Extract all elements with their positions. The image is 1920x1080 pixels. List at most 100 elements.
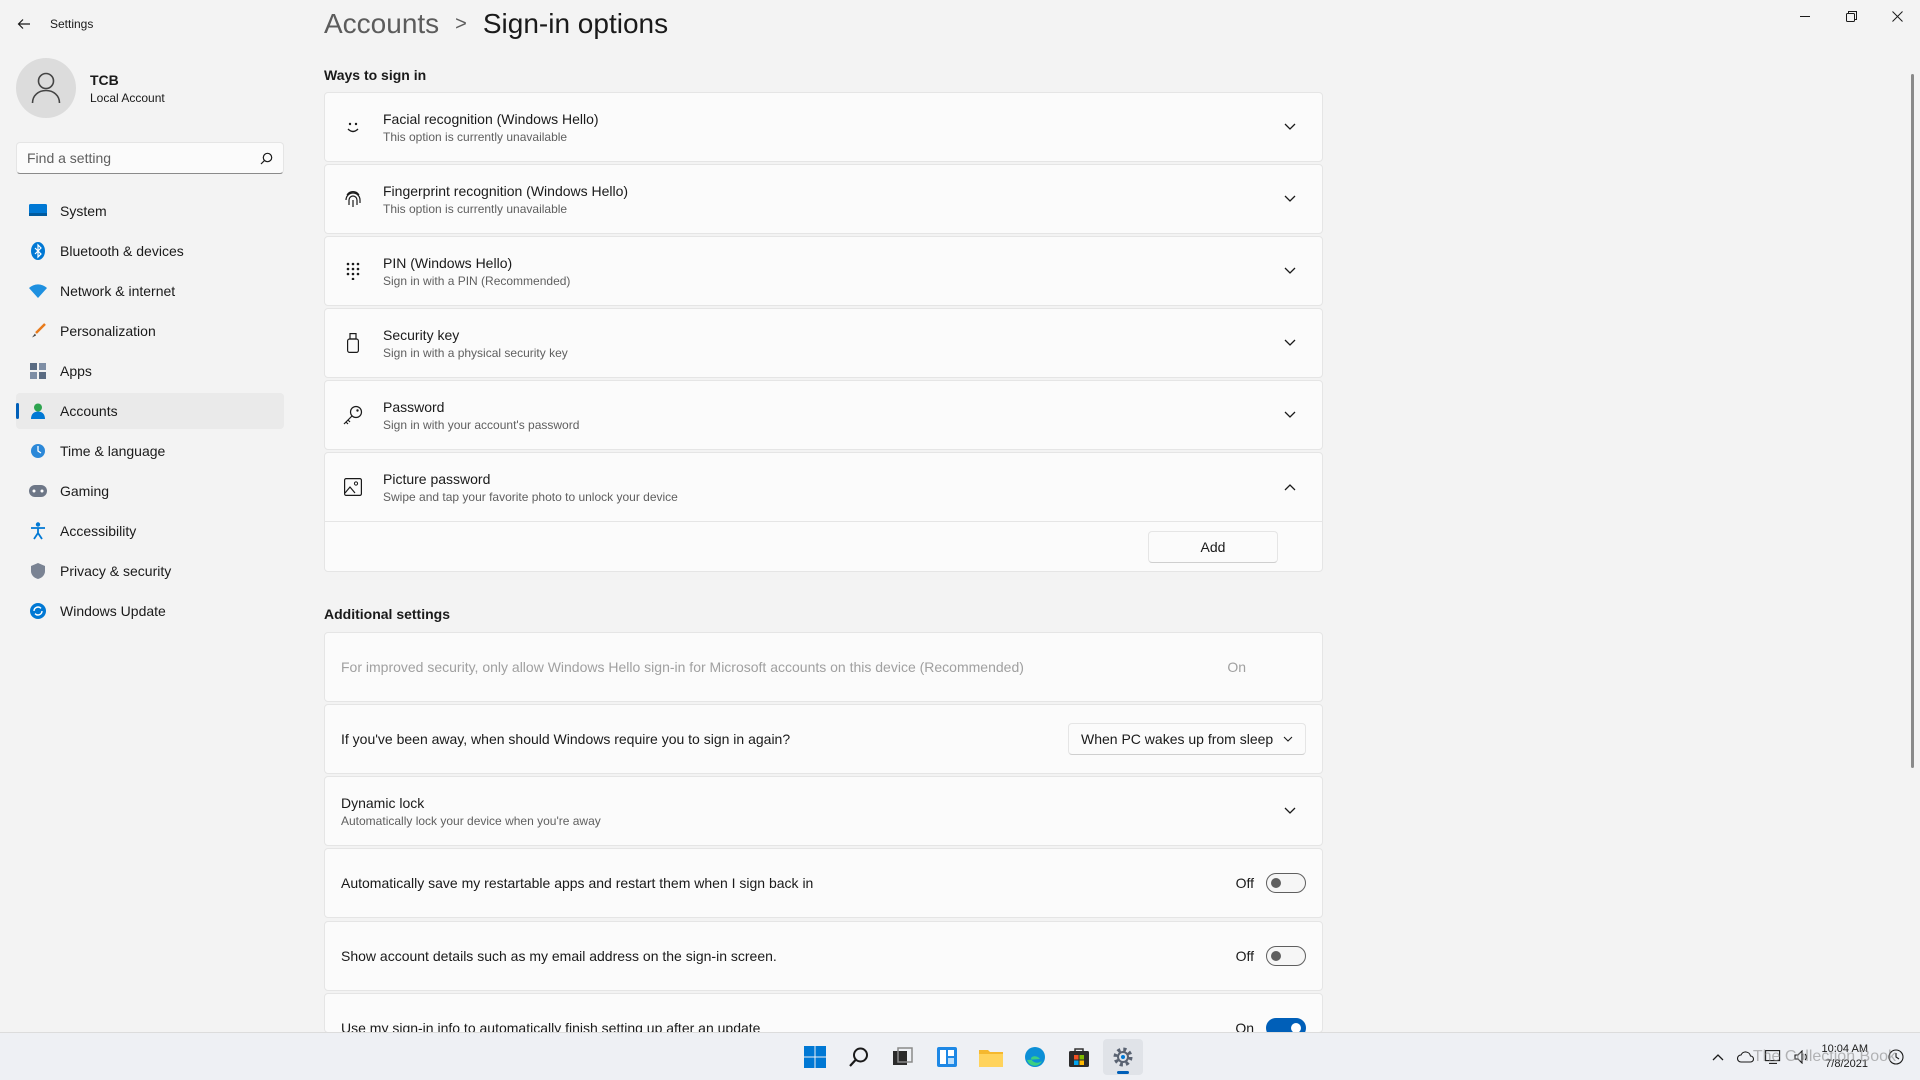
signin-option-pin[interactable]: PIN (Windows Hello) Sign in with a PIN (… (324, 236, 1323, 306)
option-title: Dynamic lock (341, 794, 425, 811)
sidebar-item-label: Network & internet (60, 283, 176, 299)
brush-icon (28, 321, 48, 341)
dropdown-value: When PC wakes up from sleep (1081, 731, 1274, 747)
minimize-button[interactable] (1782, 0, 1828, 32)
gamepad-icon (28, 481, 48, 501)
close-button[interactable] (1874, 0, 1920, 32)
setting-require-signin: If you've been away, when should Windows… (324, 704, 1323, 774)
use-signin-info-toggle[interactable] (1266, 1018, 1306, 1032)
settings-icon[interactable] (1103, 1039, 1143, 1075)
sidebar-item-bluetooth[interactable]: Bluetooth & devices (16, 233, 284, 269)
require-signin-dropdown[interactable]: When PC wakes up from sleep (1068, 723, 1306, 755)
bluetooth-icon (28, 241, 48, 261)
chevron-down-icon[interactable] (1274, 183, 1306, 215)
profile-text: TCB Local Account (90, 72, 165, 105)
option-subtitle: This option is currently unavailable (383, 129, 568, 144)
task-view-icon[interactable] (883, 1039, 923, 1075)
signin-option-security-key[interactable]: Security key Sign in with a physical sec… (324, 308, 1323, 378)
picture-password-body: Add (325, 521, 1322, 571)
sidebar-item-windows-update[interactable]: Windows Update (16, 593, 284, 629)
sidebar-nav: System Bluetooth & devices Network & int… (16, 193, 284, 633)
sidebar-item-privacy-security[interactable]: Privacy & security (16, 553, 284, 589)
title-bar: Settings (0, 0, 1920, 48)
chevron-down-icon (1283, 736, 1293, 742)
chevron-down-icon[interactable] (1274, 255, 1306, 287)
sidebar-item-label: Privacy & security (60, 563, 172, 579)
signin-option-password[interactable]: Password Sign in with your account's pas… (324, 380, 1323, 450)
picture-icon (341, 475, 365, 499)
chevron-down-icon[interactable] (1274, 399, 1306, 431)
sidebar-item-accessibility[interactable]: Accessibility (16, 513, 284, 549)
sidebar-item-label: Time & language (60, 443, 166, 459)
setting-hello-only: For improved security, only allow Window… (324, 632, 1323, 702)
usb-key-icon (341, 331, 365, 355)
face-icon (341, 115, 365, 139)
sidebar-item-apps[interactable]: Apps (16, 353, 284, 389)
restore-icon (1845, 10, 1857, 22)
option-subtitle: Swipe and tap your favorite photo to unl… (383, 489, 678, 504)
window-controls (1782, 0, 1920, 32)
close-icon (1891, 10, 1903, 22)
chevron-down-icon[interactable] (1274, 111, 1306, 143)
sidebar-item-time-language[interactable]: Time & language (16, 433, 284, 469)
minimize-icon (1800, 16, 1810, 17)
store-icon[interactable] (1059, 1039, 1099, 1075)
add-picture-password-button[interactable]: Add (1148, 530, 1278, 563)
option-subtitle: This option is currently unavailable (383, 201, 568, 216)
setting-text: Automatically save my restartable apps a… (341, 875, 814, 891)
option-title: Password (383, 398, 445, 415)
section-title-ways-to-sign-in: Ways to sign in (324, 67, 427, 83)
restore-button[interactable] (1828, 0, 1874, 32)
system-icon (28, 201, 48, 221)
sidebar-item-system[interactable]: System (16, 193, 284, 229)
widgets-icon[interactable] (927, 1039, 967, 1075)
chevron-down-icon[interactable] (1274, 795, 1306, 827)
picture-password-header[interactable]: Picture password Swipe and tap your favo… (325, 453, 1322, 521)
option-title: Facial recognition (Windows Hello) (383, 110, 599, 127)
edge-icon[interactable] (1015, 1039, 1055, 1075)
sidebar-item-network[interactable]: Network & internet (16, 273, 284, 309)
sidebar-item-label: Accounts (60, 403, 118, 419)
option-title: Picture password (383, 470, 491, 487)
signin-option-fingerprint[interactable]: Fingerprint recognition (Windows Hello) … (324, 164, 1323, 234)
windows-start-icon[interactable] (795, 1039, 835, 1075)
file-explorer-icon[interactable] (971, 1039, 1011, 1075)
sidebar-item-label: Accessibility (60, 523, 137, 539)
option-subtitle: Automatically lock your device when you'… (341, 813, 601, 828)
sidebar-item-accounts[interactable]: Accounts (16, 393, 284, 429)
search-box[interactable] (16, 142, 284, 174)
sidebar-item-label: Windows Update (60, 603, 166, 619)
fingerprint-icon (341, 187, 365, 211)
breadcrumb-parent-link[interactable]: Accounts (324, 8, 439, 40)
breadcrumb: Accounts > Sign-in options (324, 8, 668, 40)
option-title: PIN (Windows Hello) (383, 254, 513, 271)
chevron-up-icon[interactable] (1274, 471, 1306, 503)
sidebar-item-label: System (60, 203, 107, 219)
user-profile[interactable]: TCB Local Account (16, 58, 165, 118)
app-title: Settings (50, 17, 94, 31)
setting-text: Show account details such as my email ad… (341, 948, 777, 964)
scrollbar[interactable] (1911, 74, 1914, 768)
signin-option-facial[interactable]: Facial recognition (Windows Hello) This … (324, 92, 1323, 162)
sidebar-item-gaming[interactable]: Gaming (16, 473, 284, 509)
taskbar: 10:04 AM 7/8/2021 The Collection Book (0, 1032, 1920, 1080)
accessibility-icon (28, 521, 48, 541)
section-title-additional-settings: Additional settings (324, 606, 450, 622)
search-icon[interactable] (839, 1039, 879, 1075)
chevron-up-icon[interactable] (1706, 1045, 1730, 1069)
option-subtitle: Sign in with a physical security key (383, 345, 568, 360)
search-icon (260, 152, 273, 164)
sidebar-item-label: Personalization (60, 323, 156, 339)
search-input[interactable] (27, 150, 260, 166)
sidebar-item-personalization[interactable]: Personalization (16, 313, 284, 349)
account-details-toggle[interactable] (1266, 946, 1306, 966)
setting-restart-apps: Automatically save my restartable apps a… (324, 848, 1323, 918)
sidebar-item-label: Apps (60, 363, 92, 379)
profile-name: TCB (90, 71, 119, 88)
setting-use-signin-info: Use my sign-in info to automatically fin… (324, 993, 1323, 1033)
state-label: Off (1235, 875, 1254, 891)
setting-dynamic-lock[interactable]: Dynamic lock Automatically lock your dev… (324, 776, 1323, 846)
back-button[interactable] (10, 12, 38, 36)
restart-apps-toggle[interactable] (1266, 873, 1306, 893)
chevron-down-icon[interactable] (1274, 327, 1306, 359)
